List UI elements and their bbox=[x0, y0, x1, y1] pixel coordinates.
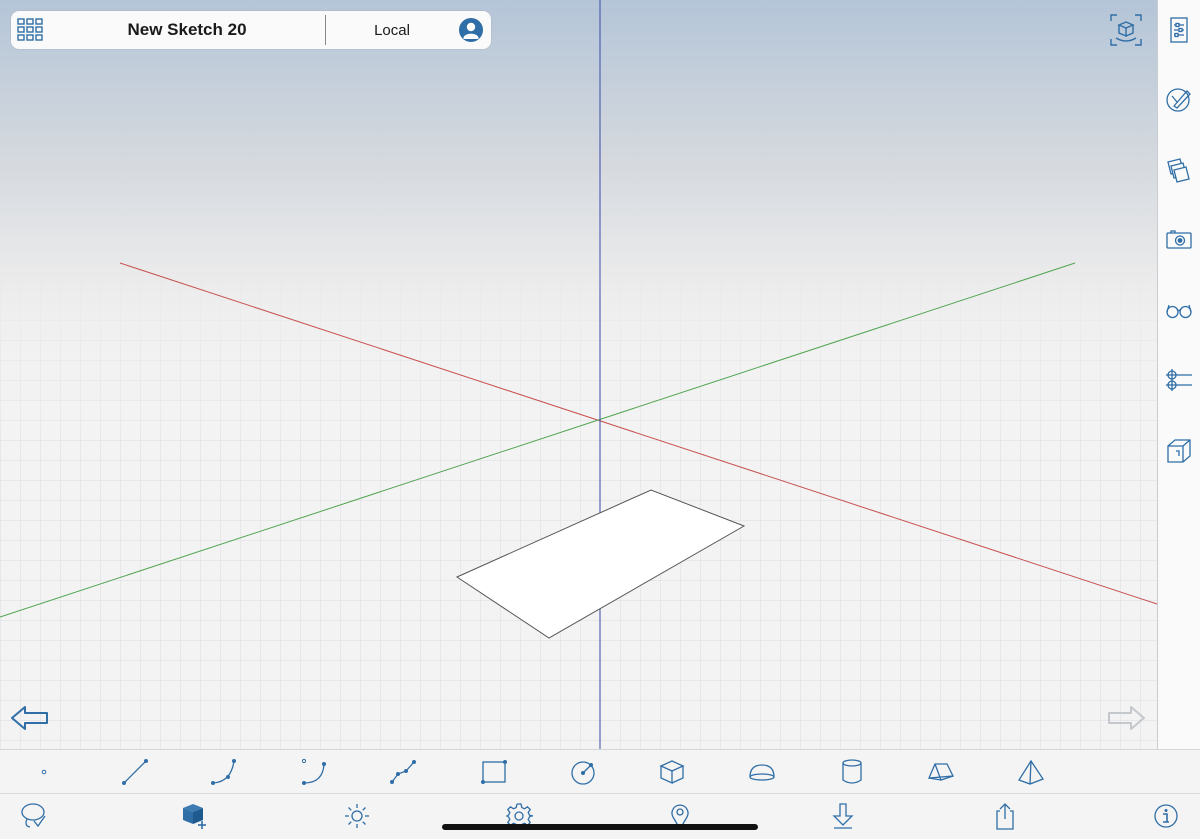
hemisphere-icon[interactable] bbox=[748, 758, 776, 786]
cylinder-icon[interactable] bbox=[838, 758, 866, 786]
right-panel bbox=[1157, 0, 1200, 749]
display-glasses-icon[interactable] bbox=[1165, 296, 1193, 324]
title-separator bbox=[325, 15, 326, 45]
scenes-icon[interactable] bbox=[1165, 226, 1193, 254]
point-icon[interactable] bbox=[30, 758, 58, 786]
pyramid-icon[interactable] bbox=[1017, 758, 1045, 786]
layers-icon[interactable] bbox=[1165, 156, 1193, 184]
draw-toolbar bbox=[0, 749, 1200, 794]
home-indicator[interactable] bbox=[442, 824, 758, 830]
document-title-bar: New Sketch 20 Local bbox=[11, 11, 491, 49]
3d-viewport[interactable] bbox=[0, 0, 1158, 749]
add-object-icon[interactable] bbox=[181, 802, 209, 830]
components-icon[interactable] bbox=[1165, 436, 1193, 464]
circle-icon[interactable] bbox=[569, 758, 597, 786]
info-icon[interactable] bbox=[1152, 802, 1180, 830]
view-cube-icon[interactable] bbox=[1110, 14, 1142, 46]
sun-icon[interactable] bbox=[343, 802, 371, 830]
share-icon[interactable] bbox=[991, 802, 1019, 830]
redo-arrow-icon[interactable] bbox=[1105, 703, 1147, 735]
outliner-icon[interactable] bbox=[1165, 366, 1193, 394]
storage-location[interactable]: Local bbox=[337, 11, 447, 49]
select-lasso-icon[interactable] bbox=[20, 802, 48, 830]
undo-arrow-icon[interactable] bbox=[9, 703, 51, 735]
polyline-icon[interactable] bbox=[390, 758, 418, 786]
arc-2pt-icon[interactable] bbox=[300, 758, 328, 786]
line-icon[interactable] bbox=[121, 758, 149, 786]
document-title[interactable]: New Sketch 20 bbox=[71, 11, 303, 49]
prism-icon[interactable] bbox=[927, 758, 955, 786]
grid-icon[interactable] bbox=[17, 17, 43, 43]
bottom-toolbar bbox=[0, 793, 1200, 839]
materials-icon[interactable] bbox=[1165, 86, 1193, 114]
user-avatar-icon[interactable] bbox=[459, 18, 483, 42]
entity-info-icon[interactable] bbox=[1165, 16, 1193, 44]
rectangle-icon[interactable] bbox=[480, 758, 508, 786]
download-icon[interactable] bbox=[829, 802, 857, 830]
arc-3pt-icon[interactable] bbox=[211, 758, 239, 786]
box-icon[interactable] bbox=[658, 758, 686, 786]
